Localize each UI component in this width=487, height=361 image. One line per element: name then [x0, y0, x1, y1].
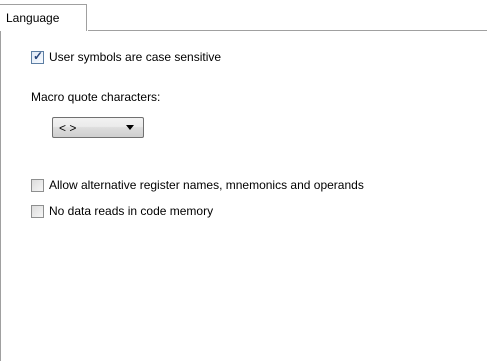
alt-register-names-label: Allow alternative register names, mnemon… [49, 178, 364, 192]
no-data-reads-checkbox[interactable] [31, 204, 44, 218]
case-sensitive-checkbox[interactable]: ✓ [31, 48, 44, 64]
panel-border [0, 4, 1, 361]
check-icon: ✓ [33, 48, 44, 63]
chevron-down-icon [126, 125, 134, 130]
no-data-reads-option[interactable]: No data reads in code memory [31, 203, 213, 219]
macro-quote-dropdown[interactable]: < > [52, 117, 144, 138]
no-data-reads-label: No data reads in code memory [49, 204, 214, 218]
macro-quote-label: Macro quote characters: [31, 90, 161, 104]
tab-language[interactable]: Language [0, 4, 87, 31]
tab-label: Language [6, 11, 60, 25]
alt-register-names-option[interactable]: Allow alternative register names, mnemon… [31, 177, 364, 193]
case-sensitive-label: User symbols are case sensitive [49, 50, 222, 64]
case-sensitive-option[interactable]: ✓ User symbols are case sensitive [31, 49, 221, 65]
alt-register-names-checkbox[interactable] [31, 178, 44, 192]
options-page: Language ✓ User symbols are case sensiti… [0, 0, 487, 361]
tab-strip-line [88, 30, 487, 31]
macro-quote-value: < > [59, 120, 77, 135]
